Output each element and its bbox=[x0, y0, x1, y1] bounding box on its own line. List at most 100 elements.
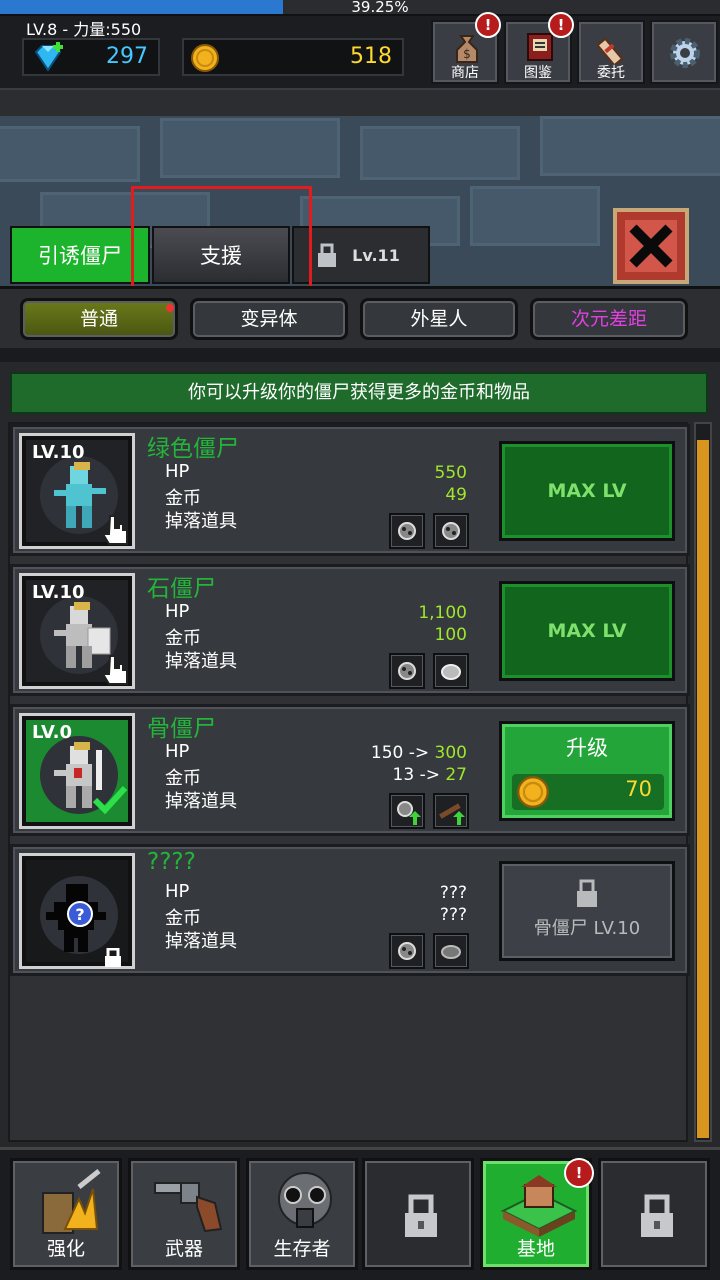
tap-hand-icon bbox=[101, 515, 128, 545]
drop-item-slot[interactable] bbox=[433, 653, 469, 689]
coin-counter: 518 bbox=[182, 38, 404, 76]
lock-icon bbox=[105, 948, 121, 967]
nav-upgrade-label: 强化 bbox=[46, 1238, 85, 1260]
base-alert-badge: ! bbox=[564, 1158, 594, 1188]
lock-icon bbox=[318, 243, 336, 267]
subtab-divider bbox=[0, 348, 720, 362]
hp-label: HP bbox=[165, 461, 190, 482]
tab-locked-label: Lv.11 bbox=[352, 246, 400, 265]
hp-label: HP bbox=[165, 601, 190, 622]
coin-count: 518 bbox=[350, 44, 392, 69]
hp-value: 1,100 bbox=[418, 603, 467, 623]
gem-count: 297 bbox=[106, 44, 148, 69]
codex-alert-badge: ! bbox=[548, 12, 574, 38]
gold-value: ??? bbox=[439, 905, 467, 925]
subtab-mutant[interactable]: 变异体 bbox=[190, 298, 348, 340]
book-icon bbox=[527, 33, 553, 61]
drops-label: 掉落道具 bbox=[165, 931, 237, 952]
zombie-portrait[interactable]: LV.10 bbox=[19, 433, 135, 549]
scroll-icon bbox=[597, 37, 624, 64]
nav-weapons[interactable]: 武器 bbox=[128, 1158, 240, 1270]
gold-value: 100 bbox=[434, 625, 467, 645]
zombie-level: LV.10 bbox=[32, 582, 85, 603]
zombie-portrait[interactable]: ? bbox=[19, 853, 135, 969]
close-button[interactable] bbox=[613, 208, 689, 284]
settings-button[interactable] bbox=[650, 20, 718, 84]
hp-value: ??? bbox=[439, 883, 467, 903]
nav-survivors[interactable]: 生存者 bbox=[246, 1158, 358, 1270]
ore-icon bbox=[398, 662, 416, 680]
subtab-dimension-gap[interactable]: 次元差距 bbox=[530, 298, 688, 340]
gold-to: 27 bbox=[445, 765, 467, 785]
svg-text:?: ? bbox=[75, 905, 84, 924]
upgrade-button[interactable]: 升级 70 bbox=[499, 721, 675, 821]
gold-value: 49 bbox=[445, 485, 467, 505]
tab-lure-zombie[interactable]: 引诱僵尸 bbox=[10, 226, 150, 284]
gold-value: 13 -> 27 bbox=[393, 765, 467, 785]
info-banner: 你可以升级你的僵尸获得更多的金币和物品 bbox=[10, 372, 708, 414]
subtab-alien[interactable]: 外星人 bbox=[360, 298, 518, 340]
checkmark-icon bbox=[92, 785, 128, 814]
hp-value: 150 -> 300 bbox=[371, 743, 467, 763]
hp-label: HP bbox=[165, 741, 190, 762]
zombie-portrait[interactable]: LV.10 bbox=[19, 573, 135, 689]
drop-item-slot[interactable] bbox=[389, 513, 425, 549]
max-level-button[interactable]: MAX LV bbox=[499, 581, 675, 681]
highlight-box bbox=[131, 186, 312, 296]
stone-icon bbox=[441, 664, 461, 680]
stick-upgrade-icon bbox=[439, 803, 465, 825]
nav-locked-1[interactable] bbox=[362, 1158, 474, 1270]
xp-progress-text: 39.25% bbox=[351, 0, 409, 16]
zombie-name: 绿色僵尸 bbox=[147, 436, 239, 462]
zombie-name: ???? bbox=[147, 849, 196, 875]
gem-counter[interactable]: 297 bbox=[22, 38, 160, 76]
xp-progress-bar: 39.25% bbox=[0, 0, 720, 16]
drop-item-slot[interactable] bbox=[389, 653, 425, 689]
locked-requirement-button[interactable]: 骨僵尸 LV.10 bbox=[499, 861, 675, 961]
zombie-name: 骨僵尸 bbox=[147, 716, 216, 742]
drop-item-slot[interactable] bbox=[389, 793, 425, 829]
ore-upgrade-icon bbox=[397, 801, 421, 825]
upgrade-cost: 70 bbox=[625, 777, 652, 801]
drop-item-slot[interactable] bbox=[433, 933, 469, 969]
subtab-dot bbox=[166, 304, 174, 312]
drop-item-slot[interactable] bbox=[433, 793, 469, 829]
zombie-row-bone: LV.0 骨僵尸 HP 金币 掉落道具 150 -> 300 13 -> 27 … bbox=[10, 704, 690, 836]
lock-icon bbox=[641, 1194, 673, 1237]
subtab-normal[interactable]: 普通 bbox=[20, 298, 178, 340]
codex-label: 图鉴 bbox=[524, 65, 552, 81]
nav-base-label: 基地 bbox=[516, 1238, 555, 1260]
zombie-row-stone: LV.10 石僵尸 HP 金币 掉落道具 1,100 100 MAX LV bbox=[10, 564, 690, 696]
drops-label: 掉落道具 bbox=[165, 651, 237, 672]
drops-label: 掉落道具 bbox=[165, 511, 237, 532]
nav-locked-2[interactable] bbox=[598, 1158, 710, 1270]
hp-label: HP bbox=[165, 881, 190, 902]
drop-item-slot[interactable] bbox=[389, 933, 425, 969]
hp-from: 150 -> bbox=[370, 743, 430, 763]
zombie-portrait[interactable]: LV.0 bbox=[19, 713, 135, 829]
level-power-text: LV.8 - 力量:550 bbox=[26, 20, 142, 39]
commission-button[interactable]: 委托 bbox=[577, 20, 645, 84]
commission-label: 委托 bbox=[597, 65, 625, 81]
tap-hand-icon bbox=[101, 655, 128, 685]
scrollbar-thumb[interactable] bbox=[697, 440, 709, 1138]
max-level-button[interactable]: MAX LV bbox=[499, 441, 675, 541]
upgrade-label: 升级 bbox=[566, 736, 608, 760]
header-divider bbox=[0, 88, 720, 116]
nav-upgrade[interactable]: 强化 bbox=[10, 1158, 122, 1270]
zombie-name: 石僵尸 bbox=[147, 576, 216, 602]
upgrade-icon bbox=[42, 1169, 101, 1234]
gear-icon bbox=[670, 38, 700, 68]
nav-weapons-label: 武器 bbox=[164, 1238, 203, 1260]
money-bag-icon: $ bbox=[456, 35, 478, 63]
drop-item-slot[interactable] bbox=[433, 513, 469, 549]
tab-locked[interactable]: Lv.11 bbox=[292, 226, 430, 284]
drops-label: 掉落道具 bbox=[165, 791, 237, 812]
ore-icon bbox=[398, 942, 416, 960]
gold-from: 13 -> bbox=[392, 765, 440, 785]
hp-value: 550 bbox=[434, 463, 467, 483]
base-house-icon bbox=[500, 1175, 578, 1237]
nav-survivors-label: 生存者 bbox=[273, 1238, 331, 1260]
gem-icon bbox=[34, 42, 63, 72]
rock-icon bbox=[441, 945, 461, 959]
